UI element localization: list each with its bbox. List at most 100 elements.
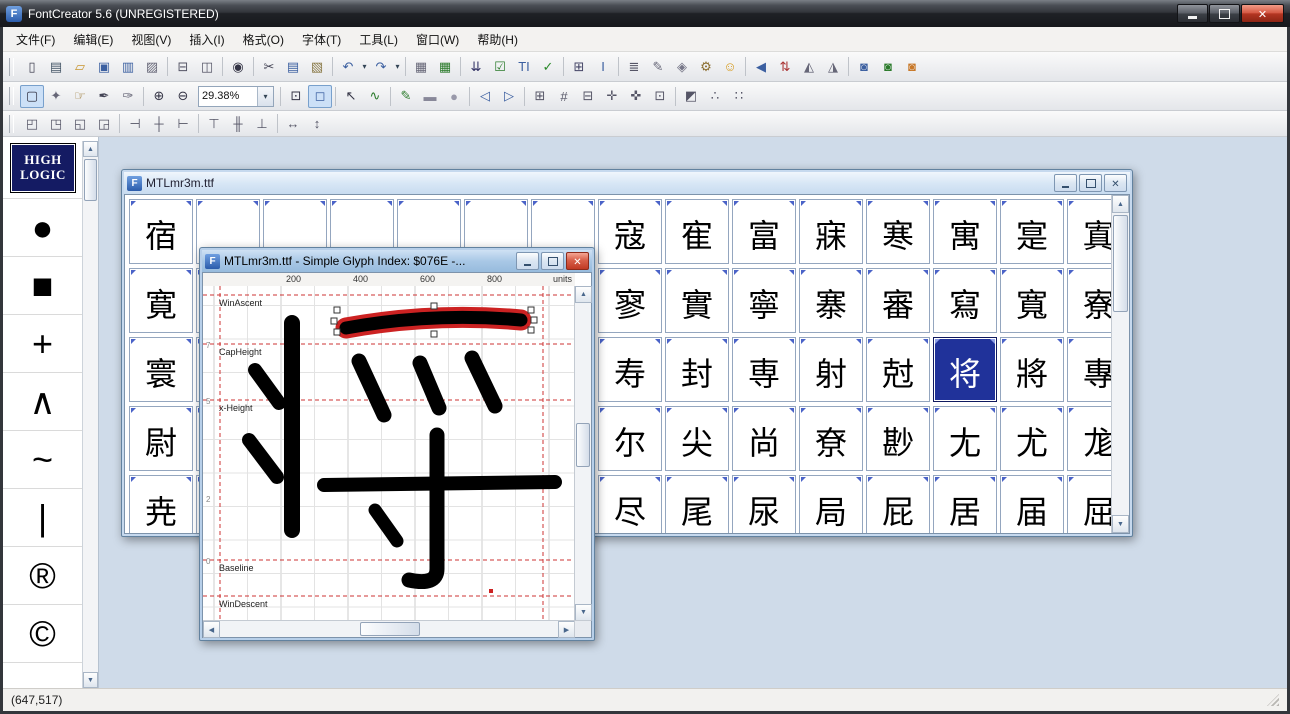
- zoom-out-icon[interactable]: ⊖: [171, 85, 195, 108]
- selection-handle[interactable]: [334, 329, 340, 335]
- resize-grip[interactable]: [1267, 694, 1279, 706]
- glyph-cell[interactable]: 寇: [598, 199, 662, 264]
- align-right-icon[interactable]: ⊢: [171, 112, 195, 135]
- editor-title-bar[interactable]: F MTLmr3m.ttf - Simple Glyph Index: $076…: [202, 250, 592, 272]
- copy-icon[interactable]: ▤: [281, 55, 305, 78]
- glyph-cell[interactable]: 寥: [598, 268, 662, 333]
- snap-grid-icon[interactable]: ✛: [600, 85, 624, 108]
- distribute-h-icon[interactable]: ↔: [281, 112, 305, 135]
- distribute-v-icon[interactable]: ↕: [305, 112, 329, 135]
- zoom-dropdown-button[interactable]: [257, 87, 273, 106]
- align-middle-icon[interactable]: ╫: [226, 112, 250, 135]
- undo-icon[interactable]: ↶: [336, 55, 360, 78]
- glyph-cell[interactable]: 富: [732, 199, 796, 264]
- previous-glyph-icon[interactable]: ◀: [749, 55, 773, 78]
- ellipse-tool-icon[interactable]: ●: [442, 85, 466, 108]
- glyph-cell[interactable]: 尿: [732, 475, 796, 533]
- maximize-button[interactable]: [1079, 174, 1102, 192]
- glyph-bounds-icon[interactable]: ⊡: [648, 85, 672, 108]
- selection-handle[interactable]: [431, 303, 437, 309]
- scroll-thumb[interactable]: [1113, 215, 1128, 312]
- glyph-cell[interactable]: 寔: [1000, 199, 1064, 264]
- glyph-sample[interactable]: ∧: [3, 373, 82, 431]
- glyph-cell[interactable]: 屁: [866, 475, 930, 533]
- contour-fill-icon[interactable]: ◩: [679, 85, 703, 108]
- insert-characters-icon[interactable]: ▦: [433, 55, 457, 78]
- toolbar-grip[interactable]: [9, 87, 14, 105]
- validate-font-icon[interactable]: ✓: [536, 55, 560, 78]
- rectangle-tool-icon[interactable]: ▬: [418, 85, 442, 108]
- zoom-rect-icon[interactable]: ⊡: [284, 85, 308, 108]
- categories-icon[interactable]: ≣: [622, 55, 646, 78]
- scroll-track[interactable]: [83, 157, 98, 672]
- on-curve-point[interactable]: [489, 589, 493, 593]
- glyph-cell[interactable]: 寧: [732, 268, 796, 333]
- glyph-cell[interactable]: 尢: [933, 406, 997, 471]
- align-bottom-icon[interactable]: ⊥: [250, 112, 274, 135]
- scroll-track[interactable]: [220, 621, 558, 637]
- menu-item[interactable]: 工具(L): [350, 28, 407, 51]
- grid-points-icon[interactable]: ∷: [727, 85, 751, 108]
- menu-item[interactable]: 字体(T): [293, 28, 350, 51]
- find-icon[interactable]: ◉: [226, 55, 250, 78]
- glyph-cell[interactable]: 尭: [129, 475, 193, 533]
- autonaming-icon[interactable]: ☑: [488, 55, 512, 78]
- glyph-cell[interactable]: 寛: [129, 268, 193, 333]
- scroll-track[interactable]: [1112, 213, 1129, 515]
- show-guidelines-icon[interactable]: #: [552, 85, 576, 108]
- glyph-cell[interactable]: 寬: [1000, 268, 1064, 333]
- selection-handle[interactable]: [334, 307, 340, 313]
- open-folder-icon[interactable]: ▱: [68, 55, 92, 78]
- naming-fields-icon[interactable]: TI: [512, 55, 536, 78]
- save-icon[interactable]: ▣: [92, 55, 116, 78]
- scroll-track[interactable]: [575, 303, 591, 604]
- glyph-cell[interactable]: 屈: [1067, 475, 1112, 533]
- package-blue-icon[interactable]: ◙: [852, 55, 876, 78]
- rotate-icon[interactable]: ◮: [821, 55, 845, 78]
- glyph-sample[interactable]: ®: [3, 547, 82, 605]
- export-font-icon[interactable]: ▥: [116, 55, 140, 78]
- scroll-up-button[interactable]: [575, 286, 592, 303]
- glyph-sample[interactable]: ~: [3, 431, 82, 489]
- glyph-cell[interactable]: 寓: [933, 199, 997, 264]
- show-grid-icon[interactable]: ⊞: [528, 85, 552, 108]
- scroll-up-button[interactable]: [83, 141, 98, 157]
- edit-glyph-icon[interactable]: ✎: [646, 55, 670, 78]
- glyph-cell[interactable]: 寐: [799, 199, 863, 264]
- menu-item[interactable]: 插入(I): [180, 28, 233, 51]
- glyph-cell[interactable]: 寮: [1067, 268, 1112, 333]
- bring-front-icon[interactable]: ◰: [20, 112, 44, 135]
- close-button[interactable]: [1104, 174, 1127, 192]
- glyph-cell[interactable]: 尨: [1067, 406, 1112, 471]
- zoom-in-icon[interactable]: ⊕: [147, 85, 171, 108]
- align-top-icon[interactable]: ⊤: [202, 112, 226, 135]
- open-font-icon[interactable]: ▤: [44, 55, 68, 78]
- glyph-cell[interactable]: 實: [665, 268, 729, 333]
- glyph-sample[interactable]: ©: [3, 605, 82, 663]
- contour-tool-icon[interactable]: ✎: [394, 85, 418, 108]
- move-down-icon[interactable]: ◲: [92, 112, 116, 135]
- align-left-icon[interactable]: ⊣: [123, 112, 147, 135]
- sort-glyphs-icon[interactable]: ⇊: [464, 55, 488, 78]
- glyph-cell[interactable]: 封: [665, 337, 729, 402]
- scroll-right-button[interactable]: [558, 621, 575, 638]
- glyph-cell[interactable]: 尅: [866, 337, 930, 402]
- glyph-sample[interactable]: ●: [3, 199, 82, 257]
- glyph-cell[interactable]: 尞: [799, 406, 863, 471]
- glyph-cell[interactable]: 專: [1067, 337, 1112, 402]
- menu-item[interactable]: 视图(V): [122, 28, 180, 51]
- overview-scrollbar[interactable]: [1111, 195, 1129, 533]
- glyph-sample[interactable]: +: [3, 315, 82, 373]
- scroll-down-button[interactable]: [83, 672, 98, 688]
- slant-icon[interactable]: ◭: [797, 55, 821, 78]
- glyph-cell[interactable]: 射: [799, 337, 863, 402]
- forward-icon[interactable]: ▷: [497, 85, 521, 108]
- glyph-cell[interactable]: 局: [799, 475, 863, 533]
- dropper-tool-icon[interactable]: ✑: [116, 85, 140, 108]
- cut-icon[interactable]: ✂: [257, 55, 281, 78]
- menu-item[interactable]: 格式(O): [234, 28, 293, 51]
- minimize-button[interactable]: [1177, 4, 1208, 23]
- glyph-cell[interactable]: 尉: [129, 406, 193, 471]
- selection-handle[interactable]: [531, 317, 537, 323]
- scroll-left-button[interactable]: [203, 621, 220, 638]
